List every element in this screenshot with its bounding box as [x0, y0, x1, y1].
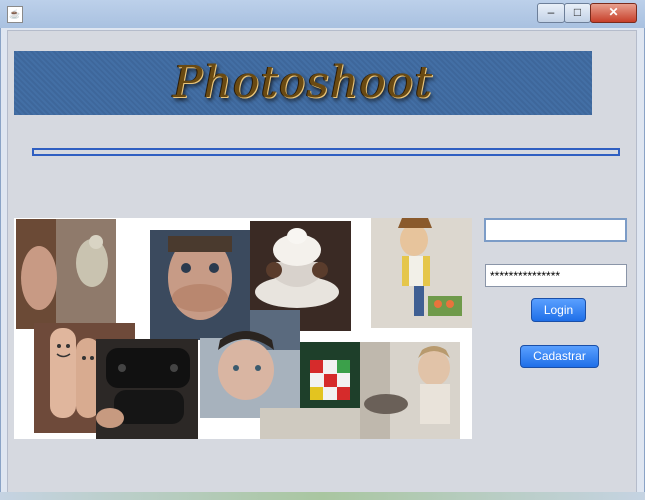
- java-cup-icon: ☕: [7, 6, 23, 23]
- photo-collage: [14, 218, 472, 439]
- username-input[interactable]: [484, 218, 627, 242]
- password-field[interactable]: [485, 264, 627, 287]
- photo-child-with-cat: [360, 342, 460, 439]
- photo-woody-toy-with-sushi: [371, 218, 472, 328]
- minimize-button[interactable]: –: [537, 3, 565, 23]
- window-titlebar[interactable]: ☕ – □ ✕: [0, 0, 645, 29]
- banner-title: Photoshoot: [172, 57, 434, 108]
- register-button[interactable]: Cadastrar: [520, 345, 599, 368]
- close-button[interactable]: ✕: [590, 3, 637, 23]
- photo-girl-with-parrot: [16, 219, 116, 329]
- maximize-button[interactable]: □: [564, 3, 591, 23]
- login-button[interactable]: Login: [531, 298, 586, 322]
- collage-image: [16, 218, 472, 439]
- app-banner: Photoshoot: [14, 51, 592, 115]
- desktop-strip: [0, 492, 645, 500]
- progress-bar: [32, 148, 620, 156]
- photo-game-controller: [96, 339, 198, 439]
- photo-man-covering-mouth: [150, 230, 251, 340]
